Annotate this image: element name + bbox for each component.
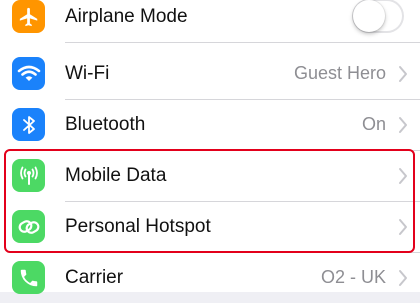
bluetooth-status-value: On <box>361 114 386 134</box>
settings-row-bluetooth[interactable]: Bluetooth On <box>0 99 420 150</box>
wifi-icon <box>12 57 45 90</box>
toggle-knob <box>353 0 385 32</box>
phone-icon <box>12 261 45 294</box>
airplane-mode-label: Airplane Mode <box>65 6 188 27</box>
chevron-right-icon <box>399 117 407 133</box>
settings-row-carrier[interactable]: Carrier O2 - UK <box>0 252 420 303</box>
bluetooth-icon <box>12 108 45 141</box>
highlight-box <box>4 149 415 253</box>
settings-row-wifi[interactable]: Wi-Fi Guest Hero <box>0 48 420 99</box>
bluetooth-label: Bluetooth <box>65 114 146 135</box>
chevron-right-icon <box>399 66 407 82</box>
carrier-label: Carrier <box>65 267 124 288</box>
chevron-right-icon <box>399 270 407 286</box>
wifi-label: Wi-Fi <box>65 63 110 84</box>
wifi-network-value: Guest Hero <box>293 63 386 83</box>
airplane-icon <box>12 0 45 33</box>
settings-list: Airplane Mode Wi-Fi Guest Hero Bluetooth… <box>0 0 420 294</box>
row-separator <box>65 42 420 43</box>
carrier-value: O2 - UK <box>320 267 386 287</box>
settings-row-airplane-mode[interactable]: Airplane Mode <box>0 0 420 42</box>
airplane-mode-toggle[interactable] <box>352 0 404 33</box>
